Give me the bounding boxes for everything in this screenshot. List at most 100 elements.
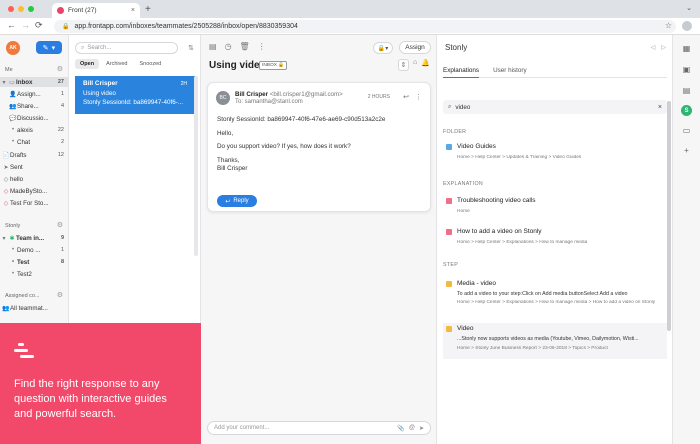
list-scrollbar[interactable]	[194, 76, 198, 256]
filter-snoozed[interactable]: Snoozed	[134, 59, 166, 69]
stonly-search-input[interactable]: ⌕ video ×	[443, 100, 667, 114]
result-video[interactable]: Video ...Stonly now supports videos as m…	[443, 323, 667, 359]
sidebar-item-sent[interactable]: ➤ Sent	[0, 162, 68, 172]
sidebar-item-test[interactable]: • Test 8	[0, 257, 68, 267]
user-avatar[interactable]: AK	[6, 41, 20, 55]
add-integration-icon[interactable]: +	[681, 145, 692, 156]
url-field[interactable]: 🔒 app.frontapp.com/inboxes/teammates/250…	[54, 20, 676, 33]
sidebar-item-team-inbox[interactable]: ▾ ✱ Team in... 9	[0, 233, 68, 243]
close-window-dot[interactable]	[8, 6, 14, 12]
message-subject: Using video	[83, 90, 116, 97]
reload-button[interactable]: ⟳	[35, 20, 43, 31]
sidebar-item-inbox[interactable]: ▾ ▭ Inbox 27	[0, 77, 68, 87]
email-message-card: BC Bill Crisper <bill.crisper1@gmail.com…	[207, 82, 431, 212]
filter-archived[interactable]: Archived	[101, 59, 132, 69]
navigate-arrows-icon[interactable]: ⇕	[398, 59, 410, 71]
sidebar-item-drafts[interactable]: 📄 Drafts 12	[0, 150, 68, 160]
search-input[interactable]: ⌕ Search...	[75, 42, 178, 54]
mention-icon[interactable]: @	[409, 425, 415, 432]
bullet-icon: •	[11, 247, 15, 253]
trash-icon[interactable]: 🗑	[240, 42, 250, 51]
sidebar-item-hello[interactable]: ◇ hello	[0, 174, 68, 184]
snooze-clock-icon[interactable]: ◷	[225, 42, 232, 51]
reply-label: Reply	[233, 198, 249, 204]
tab-close-icon[interactable]: ×	[131, 7, 135, 14]
back-arrow-icon[interactable]: ◁	[651, 44, 656, 51]
comment-input[interactable]: Add your comment... 📎 @ ➤	[207, 421, 431, 435]
stonly-scrollbar[interactable]	[667, 101, 671, 331]
search-value: video	[455, 103, 471, 111]
send-icon[interactable]: ➤	[419, 425, 424, 432]
tab-user-history[interactable]: User history	[493, 67, 527, 78]
compose-button[interactable]: ✎ ▾	[36, 41, 62, 54]
body-line: Hello,	[217, 129, 234, 137]
sidebar-item-all-teammates[interactable]: 👥 All teammat...	[0, 303, 68, 313]
card-icon[interactable]: ▭	[681, 125, 692, 136]
forward-button[interactable]: →	[21, 20, 30, 30]
sidebar-item-shared[interactable]: 👥 Share... 4	[0, 101, 68, 111]
attachment-icon[interactable]: 📎	[397, 425, 404, 432]
message-actions: ↩ ⋮	[403, 93, 422, 101]
more-icon[interactable]: ⋮	[258, 42, 266, 51]
notes-icon[interactable]: ▤	[681, 85, 692, 96]
result-folder-video-guides[interactable]: Video Guides Home > Help Center > Update…	[443, 143, 667, 165]
sidebar-item-alexis[interactable]: • alexis 22	[0, 125, 68, 135]
privacy-lock-dropdown[interactable]: 🔒▾	[373, 42, 393, 54]
assign-button[interactable]: Assign	[399, 41, 431, 54]
bell-icon[interactable]: 🔔	[421, 59, 430, 71]
filter-open[interactable]: Open	[75, 59, 100, 69]
integrations-rail: ▦ ▣ ▤ S ▭ +	[673, 35, 700, 444]
caret-down-icon: ▾	[2, 235, 6, 242]
bookmark-star-icon[interactable]: ☆	[665, 21, 672, 30]
reply-icon[interactable]: ↩	[403, 93, 409, 101]
gear-icon[interactable]: ⚙	[57, 291, 63, 299]
section-step: STEP	[443, 262, 459, 268]
result-how-to-add-a-video[interactable]: How to add a video on Stonly Home > Help…	[443, 228, 667, 250]
list-item[interactable]: Bill Crisper 2H Using video Stonly Sessi…	[75, 76, 195, 114]
new-tab-button[interactable]: +	[145, 4, 151, 15]
forward-arrow-icon[interactable]: ▷	[661, 44, 666, 51]
result-media-video[interactable]: Media - video To add a video to your ste…	[443, 280, 667, 316]
tag-icon[interactable]: ⌂	[413, 59, 417, 71]
back-button[interactable]: ←	[7, 20, 16, 30]
sidebar-item-chat[interactable]: • Chat 2	[0, 137, 68, 147]
message-snippet: Stonly SessionId: ba869947-40f6-...	[83, 99, 184, 106]
tab-menu-chevron-icon[interactable]: ⌄	[686, 4, 692, 12]
contacts-icon[interactable]: ▣	[681, 64, 692, 75]
maximize-window-dot[interactable]	[28, 6, 34, 12]
bullet-icon: •	[11, 259, 15, 265]
tab-explanations[interactable]: Explanations	[443, 67, 480, 78]
body-line: Do you support video? If yes, how does i…	[217, 143, 351, 150]
sidebar-item-test2[interactable]: • Test2	[0, 269, 68, 279]
team-icon: ✱	[9, 235, 15, 242]
front-app: AK ✎ ▾ Me ⚙ ▾ ▭ Inbox 27 👤 Assign... 1 👥…	[0, 35, 700, 444]
stonly-panel: Stonly ◁ ▷ Explanations User history ⌕ v…	[437, 35, 673, 444]
draft-icon: 📄	[2, 152, 10, 159]
calendar-icon[interactable]: ▦	[681, 43, 692, 54]
sender-name: Bill Crisper	[235, 91, 269, 98]
browser-address-bar: ← → ⟳ 🔒 app.frontapp.com/inboxes/teammat…	[0, 18, 700, 35]
search-placeholder: Search...	[87, 45, 112, 51]
minimize-window-dot[interactable]	[18, 6, 24, 12]
chevron-down-icon: ▾	[51, 44, 56, 52]
inbox-icon: ▭	[9, 79, 15, 86]
gear-icon[interactable]: ⚙	[57, 65, 63, 73]
stonly-app-icon[interactable]: S	[681, 105, 692, 116]
sidebar-item-demo[interactable]: • Demo ... 1	[0, 245, 68, 255]
pencil-icon: ✎	[42, 44, 49, 52]
sidebar-item-madebystonly[interactable]: ◇ MadeBySto...	[0, 186, 68, 196]
sidebar-item-discussions[interactable]: 💬 Discussio...	[0, 113, 68, 123]
clear-icon[interactable]: ×	[658, 104, 662, 111]
sort-icon[interactable]: ⇅	[188, 44, 194, 52]
browser-tab[interactable]: Front (27) ×	[52, 3, 140, 18]
gear-icon[interactable]: ⚙	[57, 221, 63, 229]
browser-profile-avatar[interactable]	[682, 21, 692, 31]
reply-button[interactable]: ↩ Reply	[217, 195, 257, 207]
archive-icon[interactable]: ▤	[209, 42, 217, 51]
more-icon[interactable]: ⋮	[415, 93, 422, 101]
sidebar-item-test-for-stonly[interactable]: ◇ Test For Sto...	[0, 198, 68, 208]
result-troubleshooting-video-calls[interactable]: Troubleshooting video calls Home	[443, 197, 667, 219]
sidebar-item-assigned[interactable]: 👤 Assign... 1	[0, 89, 68, 99]
message-body: Stonly SessionId: ba869947-40f6-47e6-ae6…	[217, 116, 385, 179]
inbox-tag: INBOX 🔒	[259, 61, 288, 70]
